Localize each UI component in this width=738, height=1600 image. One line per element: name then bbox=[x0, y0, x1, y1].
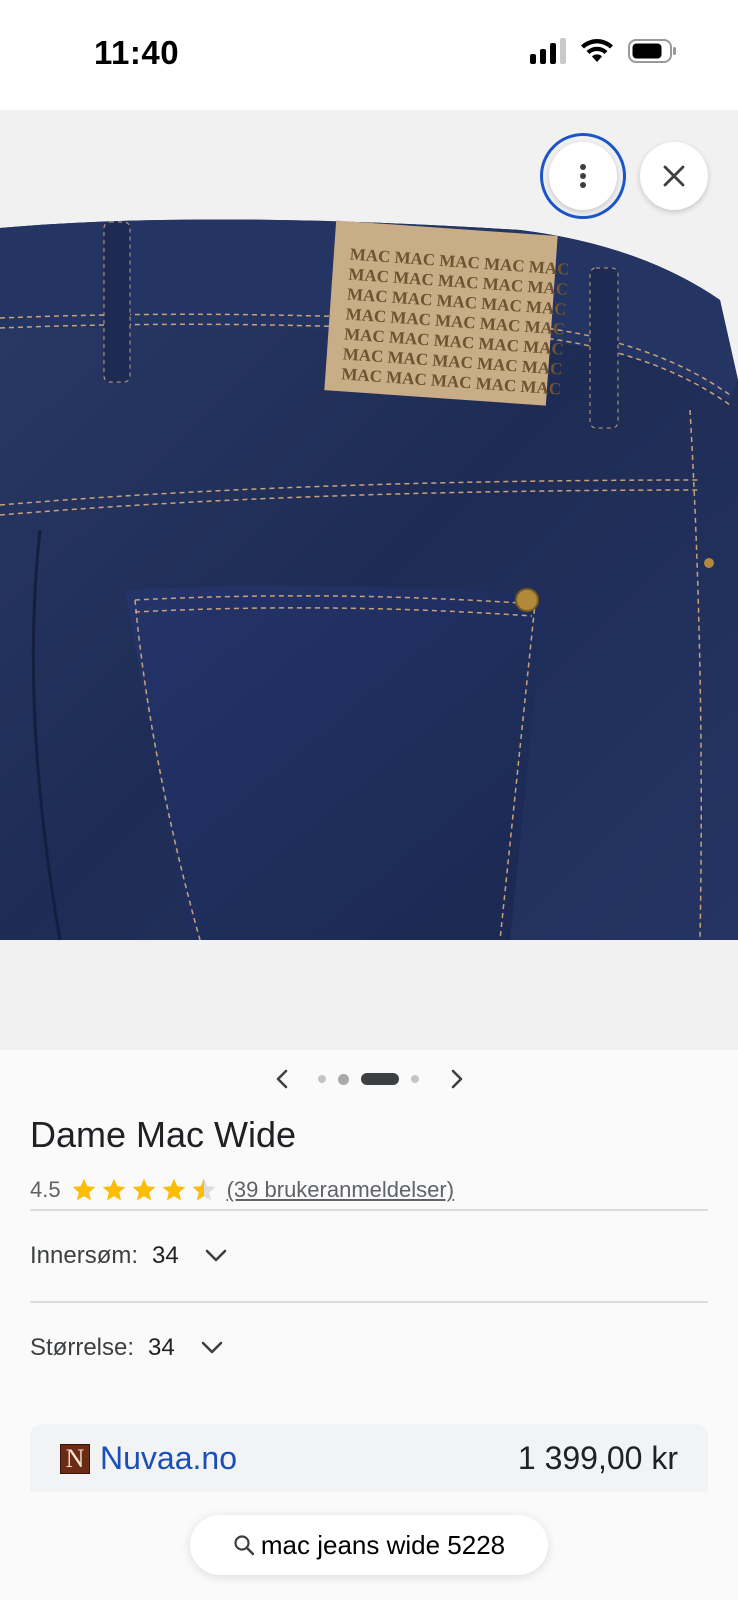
chevron-right-icon bbox=[451, 1069, 463, 1089]
size-value: 34 bbox=[148, 1334, 175, 1361]
size-label: Størrelse: bbox=[30, 1334, 135, 1361]
chevron-left-icon bbox=[276, 1069, 288, 1089]
previous-image-button[interactable] bbox=[267, 1064, 297, 1094]
star-full-icon bbox=[132, 1178, 155, 1201]
search-icon bbox=[234, 1535, 255, 1556]
battery-icon bbox=[628, 39, 676, 63]
product-title: Dame Mac Wide bbox=[30, 1114, 297, 1155]
star-full-icon bbox=[162, 1178, 185, 1201]
merchant-name-link[interactable]: Nuvaa.no bbox=[100, 1440, 237, 1477]
reviews-link[interactable]: (39 brukeranmeldelser) bbox=[227, 1177, 454, 1203]
rating-stars bbox=[71, 1177, 217, 1203]
inseam-selector[interactable]: Innersøm: 34 bbox=[30, 1236, 227, 1276]
merchant-price: 1 399,00 kr bbox=[517, 1440, 678, 1476]
carousel-dot[interactable] bbox=[338, 1073, 349, 1085]
image-carousel-nav bbox=[0, 1058, 738, 1102]
product-image-viewer[interactable]: MAC MAC MAC MAC MAC MAC MAC MAC MAC MAC … bbox=[0, 110, 738, 1050]
product-image: MAC MAC MAC MAC MAC MAC MAC MAC MAC MAC … bbox=[0, 219, 738, 941]
carousel-dot-active[interactable] bbox=[361, 1073, 399, 1085]
search-query-text: mac jeans wide 5228 bbox=[260, 1529, 506, 1560]
divider bbox=[30, 1209, 708, 1211]
merchant-offer-card[interactable]: N Nuvaa.no 1 399,00 kr bbox=[30, 1424, 708, 1492]
star-full-icon bbox=[72, 1178, 95, 1201]
chevron-down-icon bbox=[205, 1249, 227, 1263]
status-icons bbox=[530, 38, 678, 64]
status-bar: 11:40 bbox=[0, 0, 738, 110]
close-button[interactable] bbox=[640, 142, 708, 210]
more-options-button[interactable] bbox=[540, 133, 626, 219]
cellular-signal-icon bbox=[530, 38, 566, 64]
carousel-dot[interactable] bbox=[411, 1075, 419, 1083]
chevron-down-icon bbox=[201, 1341, 223, 1355]
rating-value: 4.5 bbox=[30, 1177, 61, 1202]
star-full-icon bbox=[102, 1178, 125, 1201]
size-selector[interactable]: Størrelse: 34 bbox=[30, 1328, 223, 1368]
star-half-icon bbox=[192, 1178, 215, 1201]
divider bbox=[30, 1301, 708, 1303]
inseam-label: Innersøm: bbox=[30, 1242, 139, 1269]
carousel-dot[interactable] bbox=[318, 1075, 326, 1083]
more-vertical-icon bbox=[580, 164, 586, 188]
next-image-button[interactable] bbox=[442, 1064, 472, 1094]
wifi-icon bbox=[581, 39, 613, 62]
rating-row: 4.5 (39 brukeranmeldelser) bbox=[30, 1174, 454, 1206]
inseam-value: 34 bbox=[152, 1242, 179, 1269]
close-icon bbox=[663, 165, 685, 187]
carousel-dots bbox=[318, 1073, 419, 1085]
search-query-pill[interactable]: mac jeans wide 5228 bbox=[190, 1515, 548, 1575]
status-time: 11:40 bbox=[94, 34, 180, 71]
merchant-logo: N bbox=[60, 1444, 90, 1474]
